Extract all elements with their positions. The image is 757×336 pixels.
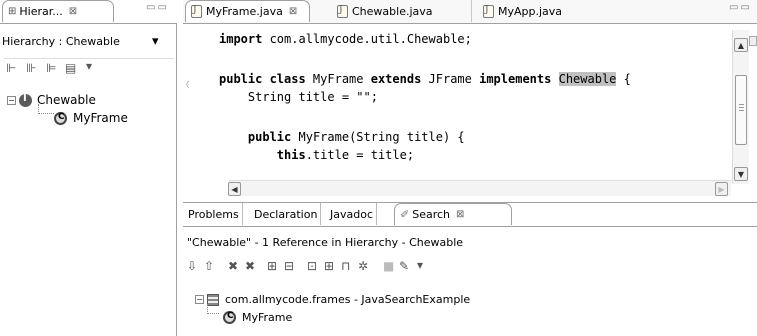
bottom-panel: Problems Declaration Javadoc ✐ Search ⊠ … — [183, 202, 757, 336]
code-line[interactable]: import com.allmycode.util.Chewable; — [219, 30, 472, 48]
code-line[interactable]: this.title = title; — [219, 146, 414, 164]
remove-all-icon[interactable]: ✖ — [245, 259, 255, 273]
tree-connector — [38, 104, 54, 114]
search-result-myframe[interactable]: MyFrame — [223, 311, 292, 324]
hierarchy-toolbar: ⊩ ⊪ ⊫ ▤ ▾ — [4, 58, 174, 75]
view-menu-icon[interactable]: ▾ — [417, 258, 423, 272]
search-result-package[interactable]: − com.allmycode.frames - JavaSearchExamp… — [195, 293, 470, 306]
search-icon: ✐ — [400, 208, 410, 221]
tab-label: Declaration — [254, 207, 318, 221]
layout-icon[interactable]: ▤ — [65, 61, 76, 75]
search-history-icon[interactable]: ✎ — [399, 259, 409, 273]
result-label: MyFrame — [242, 311, 293, 324]
show-as-list-icon[interactable]: ⊞ — [324, 259, 334, 273]
search-toolbar: ⇩ ⇧ ✖ ✖ ⊞ ⊟ ⊡ ⊞ ⊓ ✲ ■ ✎ ▾ — [187, 258, 747, 277]
hierarchy-title: Hierarchy : Chewable — [2, 34, 120, 48]
bottom-tabbar: Problems Declaration Javadoc ✐ Search ⊠ — [183, 203, 757, 227]
collapse-all-icon[interactable]: ⊟ — [284, 259, 294, 273]
tree-item-myframe[interactable]: MyFrame — [54, 111, 128, 125]
code-token: MyFrame — [305, 72, 371, 86]
chevron-down-icon[interactable]: ▾ — [152, 34, 159, 49]
result-label: com.allmycode.frames - JavaSearchExample — [225, 293, 471, 306]
hierarchy-title-row[interactable]: Hierarchy : Chewable ▾ — [2, 32, 174, 50]
scroll-thumb[interactable] — [735, 75, 747, 145]
hierarchy-view: ⊞ Hierar... ⊠ ▭▭ Hierarchy : Chewable ▾ … — [0, 0, 177, 336]
tab-label: Javadoc — [330, 207, 373, 221]
editor-horizontal-scrollbar[interactable]: ◀ ▶ — [228, 180, 731, 196]
tab-hierarchy-label: Hierar... — [19, 5, 63, 18]
tab-myapp-java[interactable]: J MyApp.java — [478, 0, 608, 22]
tab-label: MyFrame.java — [206, 5, 283, 18]
tab-search[interactable]: ✐ Search ⊠ — [394, 203, 512, 225]
hierarchy-tabbar: ⊞ Hierar... ⊠ ▭▭ — [0, 0, 177, 24]
code-token: MyFrame(String title) { — [291, 130, 465, 144]
pin-search-icon[interactable]: ✲ — [358, 259, 368, 273]
tree-connector — [207, 304, 219, 314]
code-line[interactable]: public class MyFrame extends JFrame impl… — [219, 70, 631, 88]
minimize-maximize-icon[interactable]: ▭▭ — [146, 2, 169, 13]
code-keyword: implements — [479, 72, 552, 86]
code-token: String title = ""; — [247, 90, 378, 104]
minimize-maximize-icon[interactable]: ▭▭ — [729, 2, 752, 13]
cancel-search-icon[interactable]: ■ — [383, 259, 394, 273]
close-icon[interactable]: ⊠ — [456, 209, 464, 220]
search-summary: "Chewable" - 1 Reference in Hierarchy - … — [187, 236, 464, 249]
java-file-icon: J — [191, 5, 202, 18]
code-highlight: Chewable — [558, 72, 617, 86]
code-keyword: public — [247, 130, 292, 144]
collapse-icon[interactable]: − — [7, 95, 16, 105]
expand-all-icon[interactable]: ⊞ — [267, 259, 277, 273]
class-icon — [223, 311, 236, 324]
hierarchy-icon: ⊞ — [8, 6, 17, 17]
close-icon[interactable]: ⊠ — [69, 6, 77, 17]
show-as-tree-icon[interactable]: ⊡ — [307, 259, 317, 273]
code-token: com.allmycode.util.Chewable; — [262, 32, 472, 46]
interface-icon — [19, 93, 32, 107]
code-token: .title = title; — [305, 148, 415, 162]
tab-javadoc[interactable]: Javadoc — [327, 203, 377, 225]
supertype-hierarchy-icon[interactable]: ⊪ — [26, 61, 36, 75]
class-icon — [54, 111, 67, 125]
editor-vertical-scrollbar[interactable]: ▲ ▼ — [732, 30, 749, 184]
tab-label: Search — [412, 208, 451, 221]
editor-tabbar: J MyFrame.java ⊠ J Chewable.java J MyApp… — [183, 0, 757, 24]
code-keyword: extends — [370, 72, 422, 86]
tab-chewable-java[interactable]: J Chewable.java — [332, 0, 472, 22]
previous-match-icon[interactable]: ⇧ — [204, 259, 214, 273]
code-keyword: import — [219, 32, 263, 46]
scroll-left-icon[interactable]: ◀ — [228, 182, 241, 196]
tab-myframe-java[interactable]: J MyFrame.java ⊠ — [185, 0, 310, 22]
tab-problems[interactable]: Problems — [185, 203, 243, 225]
tab-hierarchy[interactable]: ⊞ Hierar... ⊠ — [2, 0, 114, 22]
tab-label: Chewable.java — [352, 4, 433, 18]
code-line[interactable]: public MyFrame(String title) { — [219, 128, 465, 146]
tab-label: Problems — [188, 207, 239, 221]
code-keyword: public class — [219, 72, 306, 86]
group-by-icon[interactable]: ⊓ — [341, 259, 350, 273]
code-token: JFrame — [421, 72, 480, 86]
scroll-down-icon[interactable]: ▼ — [734, 167, 748, 181]
java-file-icon: J — [483, 4, 494, 18]
close-icon[interactable]: ⊠ — [289, 6, 297, 17]
remove-selected-icon[interactable]: ✖ — [228, 259, 238, 273]
overview-ruler — [749, 36, 757, 46]
type-hierarchy-icon[interactable]: ⊩ — [6, 61, 16, 75]
view-menu-icon[interactable]: ▾ — [86, 59, 92, 73]
collapse-icon[interactable]: − — [195, 295, 204, 304]
next-match-icon[interactable]: ⇩ — [187, 259, 197, 273]
subtype-hierarchy-icon[interactable]: ⊫ — [46, 61, 56, 75]
tab-declaration[interactable]: Declaration — [251, 203, 322, 225]
scroll-right-icon[interactable]: ▶ — [715, 182, 728, 196]
scroll-up-icon[interactable]: ▲ — [734, 38, 748, 52]
code-token: { — [616, 72, 631, 86]
tree-item-label: MyFrame — [73, 111, 128, 125]
code-editor[interactable]: import com.allmycode.util.Chewable; publi… — [189, 30, 731, 180]
code-line[interactable]: String title = ""; — [219, 88, 378, 106]
tab-label: MyApp.java — [498, 4, 563, 18]
java-file-icon: J — [337, 4, 348, 18]
code-keyword: this — [276, 148, 306, 162]
